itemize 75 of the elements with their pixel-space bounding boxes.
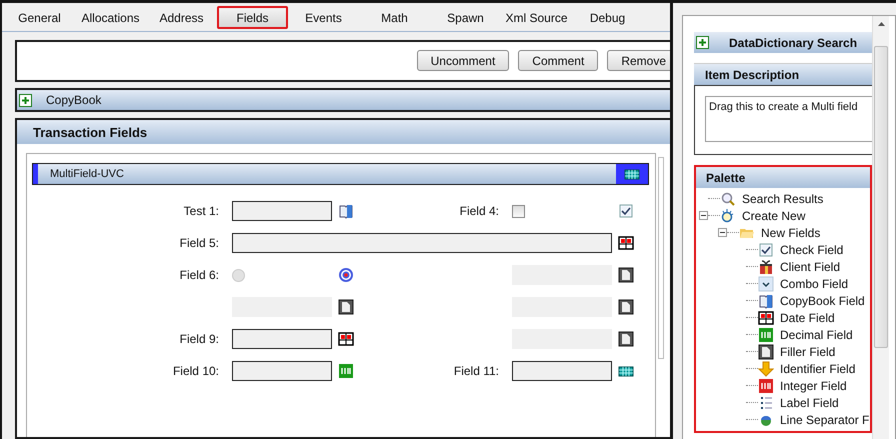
scroll-up-icon[interactable] — [878, 22, 884, 26]
section-title: DataDictionary Search — [729, 36, 858, 50]
toolbar-button[interactable]: Uncomment — [416, 50, 510, 71]
expand-icon[interactable] — [19, 94, 32, 106]
tree-item[interactable]: Label Field — [780, 396, 839, 410]
tab[interactable]: Xml Source — [501, 5, 572, 31]
down-arrow-icon — [758, 360, 774, 376]
tree-item[interactable]: Integer Field — [780, 378, 847, 392]
field-label: Test 1: — [184, 204, 219, 218]
check-icon — [758, 242, 774, 258]
field-label: Field 9: — [180, 332, 219, 346]
tab[interactable]: Spawn — [430, 5, 501, 31]
document-icon — [338, 299, 354, 315]
tab[interactable]: Math — [359, 5, 430, 31]
tree-item[interactable]: Line Separator F — [780, 412, 870, 426]
multifield-title: MultiField-UVC — [50, 168, 124, 180]
calendar-icon — [618, 235, 634, 251]
input-field[interactable] — [512, 361, 612, 381]
dropdown-icon — [758, 276, 774, 292]
collapse-icon[interactable] — [699, 211, 708, 220]
list-icon — [758, 394, 774, 410]
scrollbar[interactable] — [658, 157, 664, 359]
search-icon — [720, 190, 736, 206]
tree-item[interactable]: New Fields — [761, 226, 820, 240]
tab[interactable]: Allocations — [75, 5, 146, 31]
tree-item[interactable]: Create New — [742, 208, 806, 222]
collapse-icon[interactable] — [718, 228, 727, 237]
target-icon — [338, 267, 354, 283]
field-label: Field 10: — [172, 364, 219, 378]
gift-icon — [758, 258, 774, 274]
document-icon — [618, 331, 634, 347]
tree-item[interactable]: Filler Field — [780, 344, 836, 358]
calendar-icon — [338, 331, 354, 347]
input-field[interactable] — [232, 329, 332, 349]
scrollbar[interactable] — [872, 16, 889, 439]
tree-item[interactable]: Decimal Field — [780, 328, 853, 342]
header-stripe — [33, 164, 38, 184]
section-title: CopyBook — [46, 93, 102, 107]
tree-item[interactable]: Date Field — [780, 310, 835, 324]
field-label: Field 5: — [180, 236, 219, 250]
tree-item[interactable]: Search Results — [742, 192, 824, 206]
tree-item[interactable]: CopyBook Field — [780, 294, 865, 308]
tree-item[interactable]: Combo Field — [780, 276, 848, 290]
tab[interactable]: Debug — [572, 5, 643, 31]
calendar-icon — [758, 310, 774, 326]
toolbar-button[interactable]: Remove — [607, 50, 670, 71]
document-icon — [618, 299, 634, 315]
expand-icon[interactable] — [696, 36, 709, 49]
section-title: Item Description — [705, 68, 800, 82]
tree-item[interactable]: Client Field — [780, 260, 840, 274]
number-tile-icon — [338, 363, 354, 379]
input-field[interactable] — [232, 233, 612, 253]
field-label: Field 6: — [180, 268, 219, 282]
tab[interactable]: Events — [288, 5, 359, 31]
tab[interactable]: General — [4, 5, 75, 31]
section-title: Transaction Fields — [33, 124, 148, 140]
input-field[interactable] — [232, 361, 332, 381]
check-icon — [618, 203, 634, 219]
book-icon — [758, 292, 774, 308]
tab[interactable]: Address — [146, 5, 217, 31]
radio-button[interactable] — [232, 268, 245, 282]
number-tile-icon — [758, 326, 774, 342]
document-icon — [758, 344, 774, 360]
tab[interactable]: Fields — [217, 6, 288, 29]
document-icon — [618, 267, 634, 283]
tree-item[interactable]: Check Field — [780, 242, 844, 256]
book-icon — [338, 203, 354, 219]
input-field[interactable] — [232, 201, 332, 221]
checkbox[interactable] — [512, 204, 525, 218]
toolbar-button[interactable]: Comment — [518, 50, 598, 71]
number-tile-icon — [758, 378, 774, 394]
tree-item[interactable]: Identifier Field — [780, 362, 856, 376]
field-label: Field 4: — [460, 204, 499, 218]
section-title: Palette — [706, 170, 746, 184]
field-label: Field 11: — [454, 364, 499, 378]
